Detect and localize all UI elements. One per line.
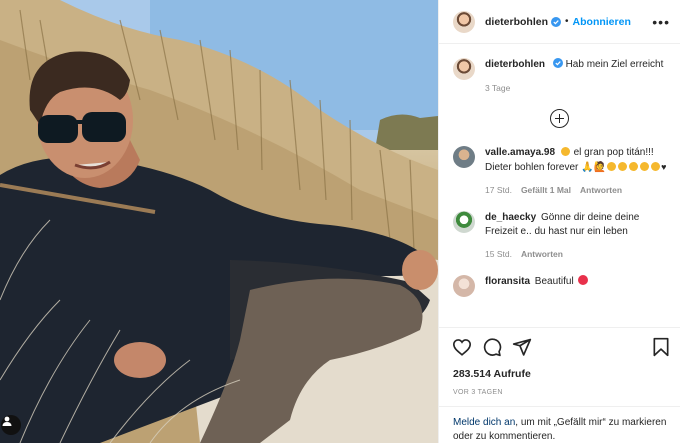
- comment-username[interactable]: de_haecky: [485, 212, 536, 223]
- comment-username[interactable]: valle.amaya.98: [485, 147, 555, 158]
- header-separator: •: [565, 16, 569, 27]
- comment-text: Beautiful: [534, 276, 574, 287]
- action-bar: [439, 327, 680, 365]
- heart-icon[interactable]: [451, 336, 473, 358]
- comment-time[interactable]: 15 Std.: [485, 247, 512, 261]
- avatar[interactable]: [453, 275, 475, 297]
- bookmark-icon[interactable]: [650, 336, 672, 358]
- load-more-comments[interactable]: [439, 109, 680, 128]
- avatar[interactable]: [453, 58, 475, 80]
- login-link[interactable]: Melde dich an: [453, 417, 515, 428]
- comment-body: floransita Beautiful: [485, 275, 589, 297]
- post-photo-illustration: [0, 0, 438, 443]
- login-prompt: Melde dich an, um mit „Gefällt mir“ zu m…: [439, 406, 680, 443]
- avatar[interactable]: [453, 211, 475, 233]
- comment-icon[interactable]: [481, 336, 503, 358]
- caption-time[interactable]: 3 Tage: [485, 81, 510, 95]
- list-item: floransita Beautiful: [439, 275, 680, 297]
- instagram-post: dieterbohlen • Abonnieren ••• dieterbohl…: [0, 0, 680, 443]
- more-options-icon[interactable]: •••: [652, 15, 670, 29]
- reply-button[interactable]: Antworten: [521, 247, 563, 261]
- comment-list: valle.amaya.98 el gran pop titán!!! Diet…: [439, 146, 680, 297]
- caption-username[interactable]: dieterbohlen: [485, 59, 545, 70]
- avatar[interactable]: [453, 146, 475, 168]
- post-sidebar: dieterbohlen • Abonnieren ••• dieterbohl…: [438, 0, 680, 443]
- comment-likes[interactable]: Gefällt 1 Mal: [521, 183, 571, 197]
- header-username[interactable]: dieterbohlen: [485, 16, 548, 28]
- avatar[interactable]: [453, 10, 475, 33]
- person-icon: [2, 416, 12, 426]
- verified-badge-icon: [552, 58, 563, 68]
- caption: dieterbohlen Hab mein Ziel erreicht 3 Ta…: [439, 44, 680, 95]
- reply-button[interactable]: Antworten: [580, 183, 622, 197]
- follow-button[interactable]: Abonnieren: [573, 16, 631, 28]
- caption-text: Hab mein Ziel erreicht: [565, 59, 664, 70]
- post-date[interactable]: VOR 3 TAGEN: [453, 389, 503, 396]
- comment-time[interactable]: 17 Std.: [485, 183, 512, 197]
- post-media[interactable]: [0, 0, 438, 443]
- share-icon[interactable]: [511, 336, 533, 358]
- list-item: de_haecky Gönne dir deine deine Freizeit…: [439, 211, 680, 261]
- caption-body: dieterbohlen Hab mein Ziel erreicht 3 Ta…: [485, 58, 663, 95]
- verified-badge-icon: [551, 16, 562, 27]
- emoji-row-icon: 🙏🙋 ♥: [581, 162, 667, 173]
- sad-face-emoji-icon: [560, 147, 570, 156]
- comments-section[interactable]: dieterbohlen Hab mein Ziel erreicht 3 Ta…: [439, 44, 680, 327]
- post-header: dieterbohlen • Abonnieren •••: [439, 0, 680, 44]
- comment-body: de_haecky Gönne dir deine deine Freizeit…: [485, 211, 670, 261]
- list-item: valle.amaya.98 el gran pop titán!!! Diet…: [439, 146, 680, 197]
- comment-username[interactable]: floransita: [485, 276, 530, 287]
- plus-circle-icon[interactable]: [550, 109, 569, 128]
- heart-eyes-emoji-icon: [577, 275, 588, 285]
- comment-body: valle.amaya.98 el gran pop titán!!! Diet…: [485, 146, 670, 197]
- view-count[interactable]: 283.514 Aufrufe: [453, 368, 531, 380]
- tagged-user-icon[interactable]: [1, 415, 21, 435]
